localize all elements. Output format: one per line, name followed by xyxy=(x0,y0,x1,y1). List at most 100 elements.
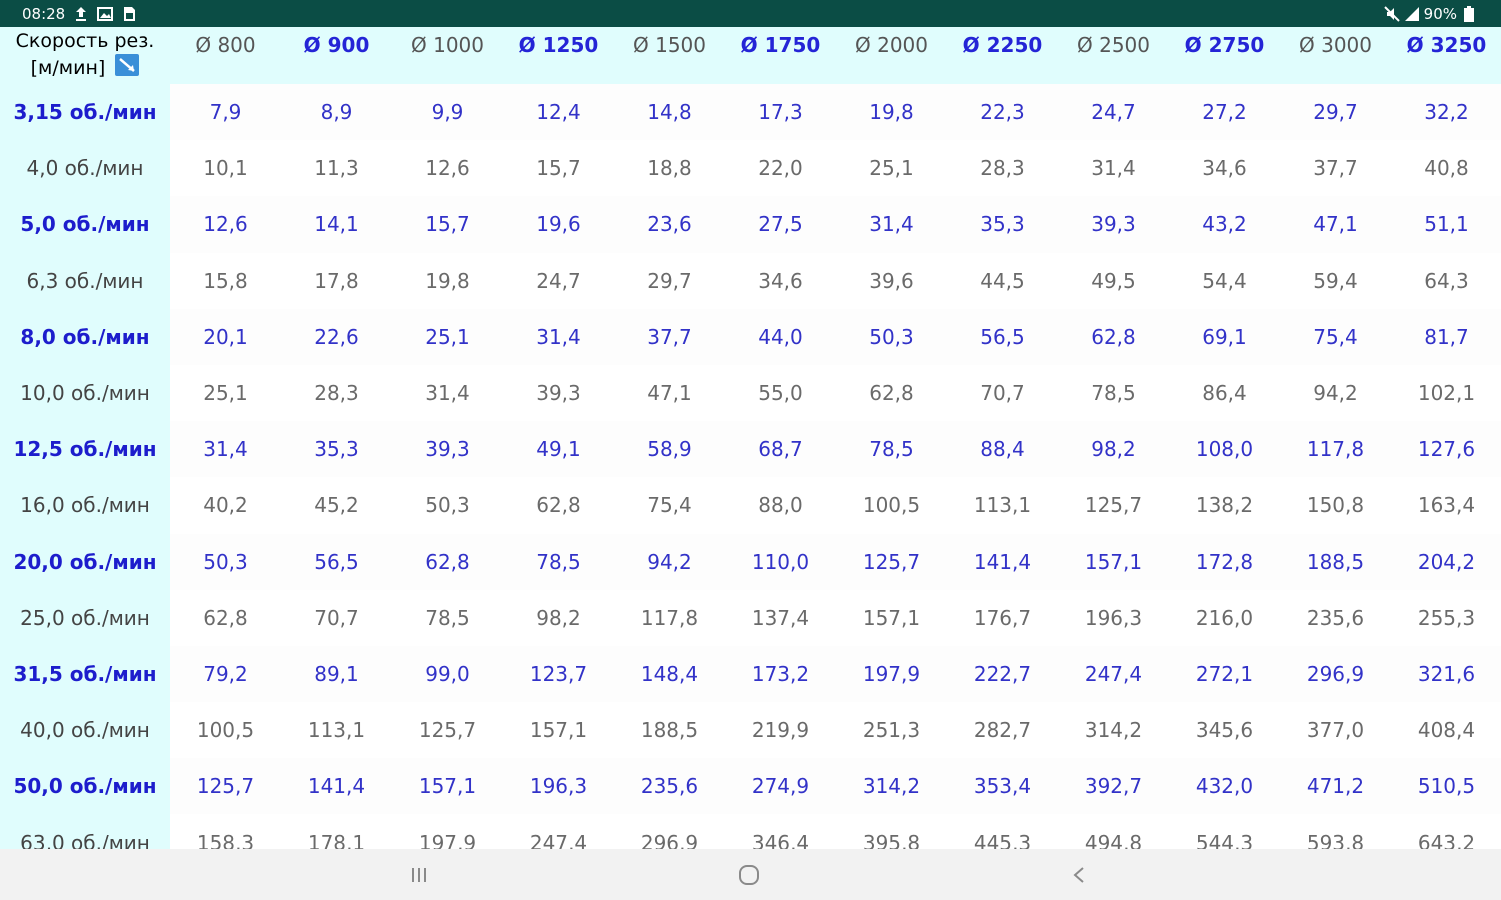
table-cell: 117,8 xyxy=(1280,421,1391,478)
row-header-rpm[interactable]: 8,0 об./мин xyxy=(0,308,170,365)
table-cell: 35,3 xyxy=(947,196,1058,253)
table-cell: 113,1 xyxy=(281,702,392,759)
table-cell: 345,6 xyxy=(1169,702,1280,759)
table-cell: 392,7 xyxy=(1058,758,1169,815)
table-cell: 247,4 xyxy=(503,814,614,849)
table-cell: 100,5 xyxy=(170,702,281,759)
row-header-rpm[interactable]: 40,0 об./мин xyxy=(0,702,170,759)
table-cell: 222,7 xyxy=(947,645,1058,703)
sort-diagonal-icon[interactable] xyxy=(115,53,140,83)
battery-icon xyxy=(1461,5,1477,22)
row-header-rpm[interactable]: 3,15 об./мин xyxy=(0,84,170,141)
back-icon xyxy=(1069,865,1089,885)
table-cell: 7,9 xyxy=(170,84,281,141)
table-cell: 593,8 xyxy=(1280,814,1391,849)
table-cell: 117,8 xyxy=(614,589,725,646)
table-cell: 62,8 xyxy=(170,589,281,646)
home-button[interactable] xyxy=(729,861,769,889)
row-header-rpm[interactable]: 12,5 об./мин xyxy=(0,421,170,478)
table-cell: 172,8 xyxy=(1169,533,1280,590)
speed-table-container[interactable]: Скорость рез. [м/мин] Ø 800 Ø 900 Ø 1000… xyxy=(0,27,1501,849)
column-header-d3000[interactable]: Ø 3000 xyxy=(1280,27,1391,84)
table-cell: 247,4 xyxy=(1058,645,1169,703)
table-cell: 510,5 xyxy=(1391,758,1501,815)
table-cell: 94,2 xyxy=(614,533,725,590)
row-header-rpm[interactable]: 10,0 об./мин xyxy=(0,364,170,422)
row-header-rpm[interactable]: 6,3 об./мин xyxy=(0,252,170,309)
table-cell: 235,6 xyxy=(614,758,725,815)
column-header-d2250[interactable]: Ø 2250 xyxy=(947,27,1058,84)
table-cell: 157,1 xyxy=(1058,533,1169,590)
table-cell: 17,8 xyxy=(281,252,392,309)
table-cell: 50,3 xyxy=(170,533,281,590)
cutting-speed-header-line1: Скорость рез. xyxy=(15,29,155,52)
recent-apps-icon xyxy=(409,866,429,884)
table-cell: 14,1 xyxy=(281,196,392,253)
cutting-speed-table: Скорость рез. [м/мин] Ø 800 Ø 900 Ø 1000… xyxy=(0,27,1501,849)
table-cell: 377,0 xyxy=(1280,702,1391,759)
table-cell: 22,0 xyxy=(725,140,836,197)
status-right: 90% xyxy=(1383,5,1501,23)
column-header-d800[interactable]: Ø 800 xyxy=(170,27,281,84)
table-cell: 40,2 xyxy=(170,477,281,534)
table-cell: 17,3 xyxy=(725,84,836,141)
column-header-d1250[interactable]: Ø 1250 xyxy=(503,27,614,84)
column-header-d1000[interactable]: Ø 1000 xyxy=(392,27,503,84)
table-cell: 24,7 xyxy=(1058,84,1169,141)
table-cell: 544,3 xyxy=(1169,814,1280,849)
table-cell: 296,9 xyxy=(614,814,725,849)
table-cell: 49,5 xyxy=(1058,252,1169,309)
table-cell: 188,5 xyxy=(614,702,725,759)
table-cell: 643,2 xyxy=(1391,814,1501,849)
table-cell: 125,7 xyxy=(170,758,281,815)
table-cell: 78,5 xyxy=(392,589,503,646)
row-header-rpm[interactable]: 50,0 об./мин xyxy=(0,758,170,815)
column-header-d2500[interactable]: Ø 2500 xyxy=(1058,27,1169,84)
table-cell: 395,8 xyxy=(836,814,947,849)
table-cell: 28,3 xyxy=(281,364,392,422)
back-button[interactable] xyxy=(1059,861,1099,889)
table-cell: 56,5 xyxy=(947,308,1058,365)
row-header-rpm[interactable]: 25,0 об./мин xyxy=(0,589,170,646)
table-row: 40,0 об./мин 100,5 113,1 125,7 157,1 188,5 219… xyxy=(0,702,1501,759)
table-row: 5,0 об./мин 12,6 14,1 15,7 19,6 23,6 27,5 31,4 3… xyxy=(0,196,1501,253)
table-cell: 12,6 xyxy=(392,140,503,197)
table-cell: 163,4 xyxy=(1391,477,1501,534)
table-cell: 18,8 xyxy=(614,140,725,197)
table-cell: 39,3 xyxy=(503,364,614,422)
table-cell: 196,3 xyxy=(503,758,614,815)
table-cell: 432,0 xyxy=(1169,758,1280,815)
table-cell: 125,7 xyxy=(392,702,503,759)
column-header-d3250[interactable]: Ø 3250 xyxy=(1391,27,1501,84)
recent-apps-button[interactable] xyxy=(399,861,439,889)
table-cell: 28,3 xyxy=(947,140,1058,197)
column-header-d1500[interactable]: Ø 1500 xyxy=(614,27,725,84)
table-cell: 68,7 xyxy=(725,421,836,478)
table-row: 3,15 об./мин 7,9 8,9 9,9 12,4 14,8 17,3 19,8 22,… xyxy=(0,84,1501,141)
row-header-rpm[interactable]: 20,0 об./мин xyxy=(0,533,170,590)
table-header-row: Скорость рез. [м/мин] Ø 800 Ø 900 Ø 1000… xyxy=(0,27,1501,84)
table-cell: 32,2 xyxy=(1391,84,1501,141)
table-cell: 157,1 xyxy=(392,758,503,815)
table-cell: 58,9 xyxy=(614,421,725,478)
table-cell: 108,0 xyxy=(1169,421,1280,478)
table-cell: 148,4 xyxy=(614,645,725,703)
row-header-rpm[interactable]: 5,0 об./мин xyxy=(0,196,170,253)
table-cell: 10,1 xyxy=(170,140,281,197)
table-cell: 216,0 xyxy=(1169,589,1280,646)
column-header-d2000[interactable]: Ø 2000 xyxy=(836,27,947,84)
column-header-d2750[interactable]: Ø 2750 xyxy=(1169,27,1280,84)
row-header-rpm[interactable]: 31,5 об./мин xyxy=(0,645,170,703)
table-cell: 100,5 xyxy=(836,477,947,534)
table-cell: 471,2 xyxy=(1280,758,1391,815)
column-header-d900[interactable]: Ø 900 xyxy=(281,27,392,84)
cutting-speed-header[interactable]: Скорость рез. [м/мин] xyxy=(0,27,170,84)
row-header-rpm[interactable]: 4,0 об./мин xyxy=(0,140,170,197)
column-header-d1750[interactable]: Ø 1750 xyxy=(725,27,836,84)
row-header-rpm[interactable]: 63,0 об./мин xyxy=(0,814,170,849)
table-cell: 15,7 xyxy=(503,140,614,197)
image-icon xyxy=(97,6,114,22)
table-cell: 56,5 xyxy=(281,533,392,590)
row-header-rpm[interactable]: 16,0 об./мин xyxy=(0,477,170,534)
table-cell: 113,1 xyxy=(947,477,1058,534)
